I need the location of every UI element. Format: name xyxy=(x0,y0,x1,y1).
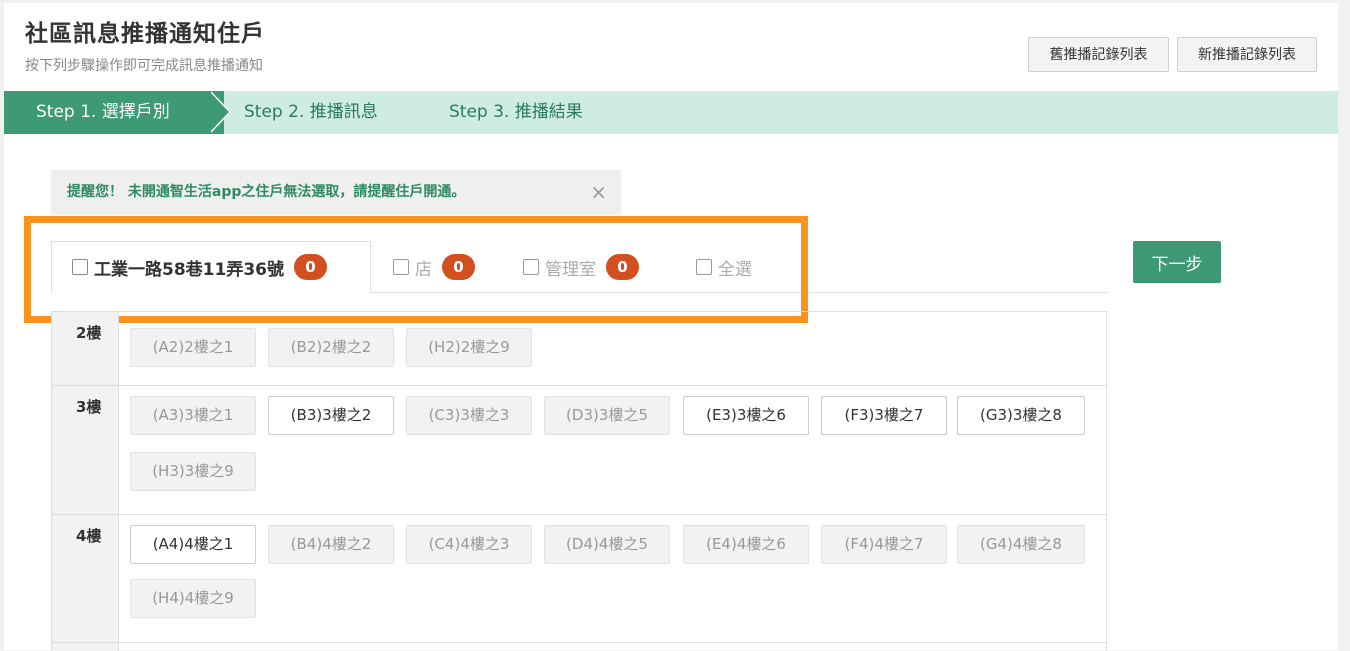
step-2: Step 2. 推播訊息 xyxy=(244,102,378,122)
page-subtitle: 按下列步驟操作即可完成訊息推播通知 xyxy=(25,58,263,74)
unit-button[interactable]: (H4)4樓之9 xyxy=(130,579,256,618)
old-records-button[interactable]: 舊推播記錄列表 xyxy=(1028,37,1169,72)
unit-button[interactable]: (B3)3樓之2 xyxy=(268,396,394,435)
unit-button[interactable]: (C3)3樓之3 xyxy=(406,396,532,435)
unit-button[interactable]: (F4)4樓之7 xyxy=(821,525,947,564)
page-gutter xyxy=(1338,0,1350,650)
unit-button[interactable]: (G3)3樓之8 xyxy=(957,396,1085,435)
floor-label: 4樓 xyxy=(52,515,119,642)
unit-button[interactable]: (C4)4樓之3 xyxy=(406,525,532,564)
unit-button[interactable]: (A4)4樓之1 xyxy=(130,525,256,564)
unit-button[interactable]: (E3)3樓之6 xyxy=(683,396,809,435)
floor-label: 3樓 xyxy=(52,386,119,514)
unit-button[interactable]: (F3)3樓之7 xyxy=(821,396,947,435)
page-title: 社區訊息推播通知住戶 xyxy=(25,21,265,47)
reminder-alert: 提醒您！ 未開通智生活app之住戶無法選取，請提醒住戶開通。 × xyxy=(51,170,621,215)
unit-button[interactable]: (A3)3樓之1 xyxy=(130,396,256,435)
step-1: Step 1. 選擇戶別 xyxy=(4,91,224,134)
unit-button[interactable]: (B2)2樓之2 xyxy=(268,328,394,367)
floor-row: 2樓 (A2)2樓之1 (B2)2樓之2 (H2)2樓之9 xyxy=(52,312,1106,386)
unit-button[interactable]: (H2)2樓之9 xyxy=(406,328,532,367)
unit-button[interactable]: (G4)4樓之8 xyxy=(957,525,1085,564)
floor-label: 2樓 xyxy=(52,312,119,385)
step-bar: Step 1. 選擇戶別 Step 2. 推播訊息 Step 3. 推播結果 xyxy=(4,91,1338,134)
next-step-button[interactable]: 下一步 xyxy=(1133,241,1221,283)
unit-button[interactable]: (A2)2樓之1 xyxy=(130,328,256,367)
step-arrow xyxy=(209,91,229,133)
alert-text: 提醒您！ 未開通智生活app之住戶無法選取，請提醒住戶開通。 xyxy=(67,184,466,200)
unit-button[interactable]: (D3)3樓之5 xyxy=(544,396,670,435)
floor-row: 3樓 (A3)3樓之1 (B3)3樓之2 (C3)3樓之3 (D3)3樓之5 (… xyxy=(52,386,1106,515)
unit-button[interactable]: (B4)4樓之2 xyxy=(268,525,394,564)
unit-button[interactable]: (H3)3樓之9 xyxy=(130,452,256,491)
floor-row: 4樓 (A4)4樓之1 (B4)4樓之2 (C4)4樓之3 (D4)4樓之5 (… xyxy=(52,515,1106,643)
unit-button[interactable]: (E4)4樓之6 xyxy=(683,525,809,564)
highlight-box xyxy=(24,216,808,323)
step-3: Step 3. 推播結果 xyxy=(449,102,583,122)
unit-button[interactable]: (D4)4樓之5 xyxy=(544,525,670,564)
floor-table: 2樓 (A2)2樓之1 (B2)2樓之2 (H2)2樓之9 3樓 (A3)3樓之… xyxy=(51,311,1107,651)
new-records-button[interactable]: 新推播記錄列表 xyxy=(1177,37,1317,72)
close-icon[interactable]: × xyxy=(590,170,607,215)
